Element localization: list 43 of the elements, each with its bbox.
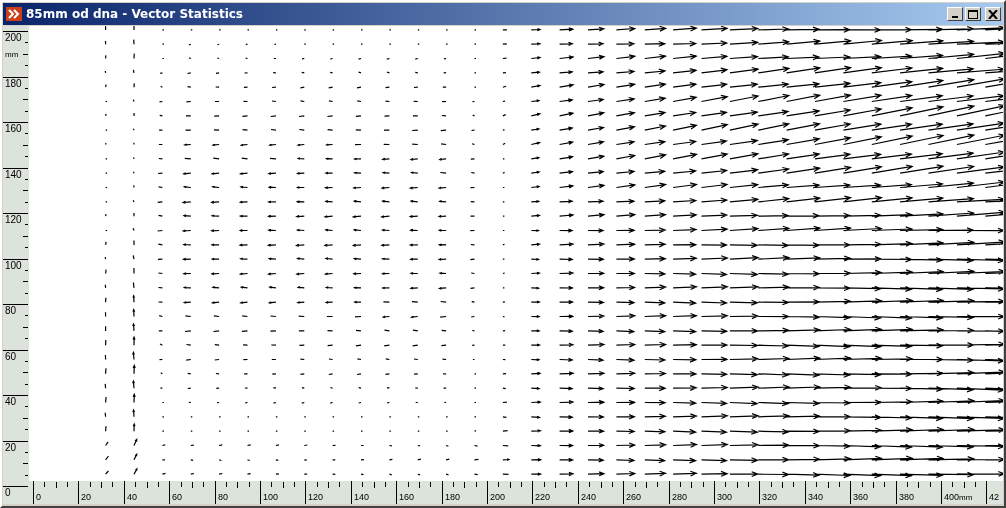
axis-label: 340 — [808, 492, 824, 502]
axis-label: 200 — [5, 32, 22, 43]
axis-label: 0 — [36, 492, 41, 502]
axis-label: 42 — [989, 492, 999, 502]
axis-label: 20 — [81, 492, 91, 502]
close-icon — [988, 9, 998, 19]
axis-label: 80 — [5, 305, 17, 316]
axis-label: 160 — [399, 492, 415, 502]
axis-label: 40 — [127, 492, 137, 502]
axis-label: 400 — [944, 492, 960, 502]
minimize-button[interactable] — [947, 7, 963, 21]
axis-label: 380 — [899, 492, 915, 502]
axis-label: 320 — [762, 492, 778, 502]
axis-label: 40 — [5, 396, 17, 407]
window-title: 85mm od dna - Vector Statistics — [26, 7, 244, 21]
axis-label: 180 — [445, 492, 461, 502]
axis-unit: mm — [5, 50, 19, 59]
axis-label: 0 — [5, 487, 11, 498]
axis-label: 80 — [218, 492, 228, 502]
axis-label: 140 — [5, 169, 22, 180]
axis-label: 120 — [5, 214, 22, 225]
axis-label: 200 — [490, 492, 506, 502]
axis-label: 60 — [5, 351, 17, 362]
axis-label: 180 — [5, 78, 22, 89]
minimize-icon — [952, 16, 958, 18]
axis-label: 20 — [5, 442, 17, 453]
axis-label: 100 — [5, 260, 22, 271]
axis-label: 160 — [5, 123, 22, 134]
maximize-icon — [968, 9, 978, 19]
axis-label: 140 — [354, 492, 370, 502]
axis-unit: mm — [959, 493, 973, 502]
axis-label: 240 — [581, 492, 597, 502]
axis-label: 220 — [535, 492, 551, 502]
maximize-button[interactable] — [965, 7, 981, 21]
close-button[interactable] — [985, 7, 1001, 21]
axis-label: 280 — [672, 492, 688, 502]
axis-label: 120 — [308, 492, 324, 502]
app-icon — [6, 7, 22, 21]
axis-label: 360 — [853, 492, 869, 502]
axis-label: 260 — [626, 492, 642, 502]
axis-label: 60 — [172, 492, 182, 502]
axis-label: 300 — [717, 492, 733, 502]
axis-label: 100 — [263, 492, 279, 502]
